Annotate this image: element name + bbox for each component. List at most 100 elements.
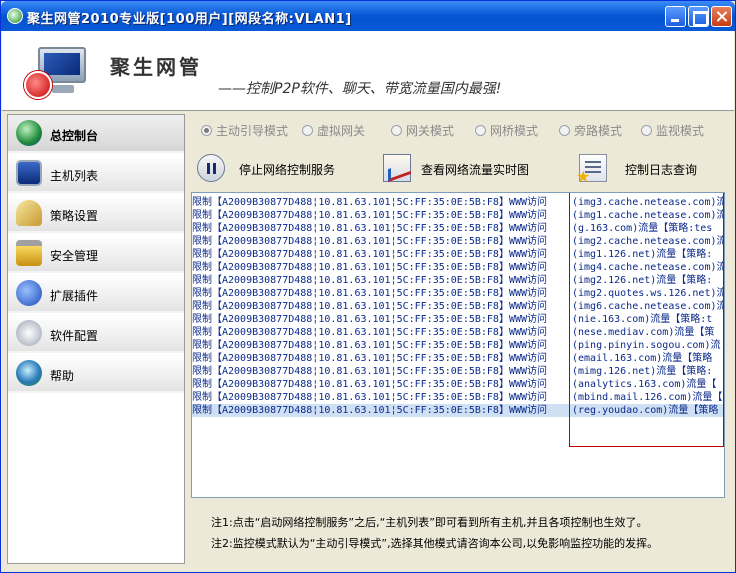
radio-icon[interactable] — [201, 125, 212, 136]
note-2: 注2:监控模式默认为“主动引导模式”,选择其他模式请咨询本公司,以免影响监控功能… — [211, 537, 659, 550]
log-row-detail: (mbind.mail.126.com)流量【 — [572, 392, 723, 403]
plugin-icon — [16, 280, 42, 306]
close-button[interactable] — [711, 6, 732, 27]
log-row-prefix: 限制【A2009B30877D488¦10.81.63.101¦5C:FF:35… — [192, 340, 548, 351]
log-query-button[interactable]: 控制日志查询 — [575, 148, 705, 188]
log-row-detail: (img6.cache.netease.com)流 — [572, 301, 725, 312]
sidebar-item-host-list[interactable]: 主机列表 — [8, 155, 184, 193]
help-icon — [16, 360, 42, 386]
log-row-detail: (img1.cache.netease.com)流 — [572, 210, 725, 221]
radio-icon[interactable] — [302, 125, 313, 136]
sidebar-item-label: 软件配置 — [50, 329, 99, 343]
minimize-button[interactable] — [665, 6, 686, 27]
sidebar: 总控制台 主机列表 策略设置 安全管理 扩展插件 软件配置 帮助 — [7, 114, 185, 564]
mode-virtual-gateway[interactable]: 虚拟网关 — [302, 122, 365, 138]
banner: 聚生网管 ——控制P2P软件、聊天、带宽流量国内最强! — [2, 31, 734, 111]
radio-icon[interactable] — [475, 125, 486, 136]
window-title: 聚生网管2010专业版[100用户][网段名称:VLAN1] — [27, 12, 352, 27]
sidebar-item-label: 安全管理 — [50, 249, 99, 263]
log-row-detail: (img4.cache.netease.com)流 — [572, 262, 725, 273]
log-row-detail: (analytics.163.com)流量【 — [572, 379, 717, 390]
log-row-detail: (img2.quotes.ws.126.net)流 — [572, 288, 725, 299]
log-row[interactable]: 限制【A2009B30877D488¦10.81.63.101¦5C:FF:35… — [192, 378, 724, 391]
sidebar-item-policy[interactable]: 策略设置 — [8, 195, 184, 233]
log-row-prefix: 限制【A2009B30877D488¦10.81.63.101¦5C:FF:35… — [192, 301, 548, 312]
log-row-prefix: 限制【A2009B30877D488¦10.81.63.101¦5C:FF:35… — [192, 275, 548, 286]
sidebar-item-help[interactable]: 帮助 — [8, 355, 184, 393]
log-row[interactable]: 限制【A2009B30877D488¦10.81.63.101¦5C:FF:35… — [192, 196, 725, 209]
mode-selector: 主动引导模式 虚拟网关 网关模式 网桥模式 旁路模式 监视模式 — [187, 114, 731, 144]
log-row-prefix: 限制【A2009B30877D488¦10.81.63.101¦5C:FF:35… — [192, 223, 548, 234]
log-row[interactable]: 限制【A2009B30877D488¦10.81.63.101¦5C:FF:35… — [192, 352, 724, 365]
sidebar-item-plugins[interactable]: 扩展插件 — [8, 275, 184, 313]
log-row-detail: (g.163.com)流量【策略:tes — [572, 223, 713, 234]
mode-active-guide[interactable]: 主动引导模式 — [201, 122, 288, 138]
logo-icon — [24, 45, 90, 101]
log-row[interactable]: 限制【A2009B30877D488¦10.81.63.101¦5C:FF:35… — [192, 261, 725, 274]
log-row[interactable]: 限制【A2009B30877D488¦10.81.63.101¦5C:FF:35… — [192, 326, 724, 339]
mode-bypass[interactable]: 旁路模式 — [559, 122, 622, 138]
log-row-prefix: 限制【A2009B30877D488¦10.81.63.101¦5C:FF:35… — [192, 249, 548, 260]
sidebar-item-label: 主机列表 — [50, 169, 99, 183]
sidebar-item-label: 总控制台 — [50, 129, 99, 143]
notes: 注1:点击“启动网络控制服务”之后,“主机列表”即可看到所有主机,并且各项控制也… — [211, 512, 731, 554]
app-icon[interactable] — [7, 8, 23, 24]
sidebar-item-security[interactable]: 安全管理 — [8, 235, 184, 273]
sidebar-item-console[interactable]: 总控制台 — [8, 115, 184, 153]
log-row-detail: (img2.cache.netease.com)流 — [572, 236, 725, 247]
maximize-button[interactable] — [688, 6, 709, 27]
radio-icon[interactable] — [391, 125, 402, 136]
log-row-prefix: 限制【A2009B30877D488¦10.81.63.101¦5C:FF:35… — [192, 236, 548, 247]
log-row-detail: (img3.cache.netease.com)流 — [572, 197, 725, 208]
log-row[interactable]: 限制【A2009B30877D488¦10.81.63.101¦5C:FF:35… — [192, 235, 725, 248]
sidebar-item-label: 扩展插件 — [50, 289, 99, 303]
main-content: 主动引导模式 虚拟网关 网关模式 网桥模式 旁路模式 监视模式 停止网络控制服务… — [187, 114, 731, 564]
log-row[interactable]: 限制【A2009B30877D488¦10.81.63.101¦5C:FF:35… — [192, 287, 725, 300]
radio-icon[interactable] — [559, 125, 570, 136]
log-row-prefix: 限制【A2009B30877D488¦10.81.63.101¦5C:FF:35… — [192, 392, 548, 403]
title-bar[interactable]: 聚生网管2010专业版[100用户][网段名称:VLAN1] — [1, 1, 735, 31]
brand-name: 聚生网管 — [110, 55, 202, 79]
log-row[interactable]: 限制【A2009B30877D488¦10.81.63.101¦5C:FF:35… — [192, 222, 724, 235]
view-traffic-button[interactable]: 查看网络流量实时图 — [383, 148, 543, 188]
log-row-detail: (mimg.126.net)流量【策略: — [572, 366, 713, 377]
stop-service-button[interactable]: 停止网络控制服务 — [197, 148, 357, 188]
log-row-detail: (img2.126.net)流量【策略: — [572, 275, 713, 286]
log-row-detail: (ping.pinyin.sogou.com)流 — [572, 340, 721, 351]
control-log-list[interactable]: 限制【A2009B30877D488¦10.81.63.101¦5C:FF:35… — [191, 192, 725, 498]
log-row-prefix: 限制【A2009B30877D488¦10.81.63.101¦5C:FF:35… — [192, 288, 548, 299]
log-row[interactable]: 限制【A2009B30877D488¦10.81.63.101¦5C:FF:35… — [192, 300, 725, 313]
log-row-prefix: 限制【A2009B30877D488¦10.81.63.101¦5C:FF:35… — [192, 197, 548, 208]
app-window: 聚生网管2010专业版[100用户][网段名称:VLAN1] 聚生网管 ——控制… — [0, 0, 736, 573]
mode-monitor[interactable]: 监视模式 — [641, 122, 704, 138]
log-row[interactable]: 限制【A2009B30877D488¦10.81.63.101¦5C:FF:35… — [192, 404, 724, 417]
log-row-detail: (reg.youdao.com)流量【策略 — [572, 405, 719, 416]
lock-icon — [16, 240, 42, 266]
sidebar-item-label: 帮助 — [50, 369, 75, 383]
chart-icon — [383, 154, 411, 182]
log-row-prefix: 限制【A2009B30877D488¦10.81.63.101¦5C:FF:35… — [192, 353, 548, 364]
radio-icon[interactable] — [641, 125, 652, 136]
log-row-detail: (img1.126.net)流量【策略: — [572, 249, 713, 260]
log-row[interactable]: 限制【A2009B30877D488¦10.81.63.101¦5C:FF:35… — [192, 248, 724, 261]
pause-icon — [197, 154, 225, 182]
log-row-detail: (email.163.com)流量【策略 — [572, 353, 713, 364]
log-row-prefix: 限制【A2009B30877D488¦10.81.63.101¦5C:FF:35… — [192, 405, 548, 416]
sidebar-item-software-config[interactable]: 软件配置 — [8, 315, 184, 353]
config-icon — [16, 320, 42, 346]
log-row-prefix: 限制【A2009B30877D488¦10.81.63.101¦5C:FF:35… — [192, 327, 548, 338]
log-row-prefix: 限制【A2009B30877D488¦10.81.63.101¦5C:FF:35… — [192, 366, 548, 377]
log-row-prefix: 限制【A2009B30877D488¦10.81.63.101¦5C:FF:35… — [192, 379, 548, 390]
log-row-detail: (nese.mediav.com)流量【策 — [572, 327, 715, 338]
log-row[interactable]: 限制【A2009B30877D488¦10.81.63.101¦5C:FF:35… — [192, 365, 724, 378]
log-row[interactable]: 限制【A2009B30877D488¦10.81.63.101¦5C:FF:35… — [192, 274, 724, 287]
wizard-icon — [16, 200, 42, 226]
log-row[interactable]: 限制【A2009B30877D488¦10.81.63.101¦5C:FF:35… — [192, 339, 724, 352]
globe-icon — [16, 120, 42, 146]
mode-bridge[interactable]: 网桥模式 — [475, 122, 538, 138]
mode-gateway[interactable]: 网关模式 — [391, 122, 454, 138]
log-row[interactable]: 限制【A2009B30877D488¦10.81.63.101¦5C:FF:35… — [192, 313, 724, 326]
log-row[interactable]: 限制【A2009B30877D488¦10.81.63.101¦5C:FF:35… — [192, 209, 725, 222]
note-1: 注1:点击“启动网络控制服务”之后,“主机列表”即可看到所有主机,并且各项控制也… — [211, 516, 648, 529]
log-row[interactable]: 限制【A2009B30877D488¦10.81.63.101¦5C:FF:35… — [192, 391, 724, 404]
